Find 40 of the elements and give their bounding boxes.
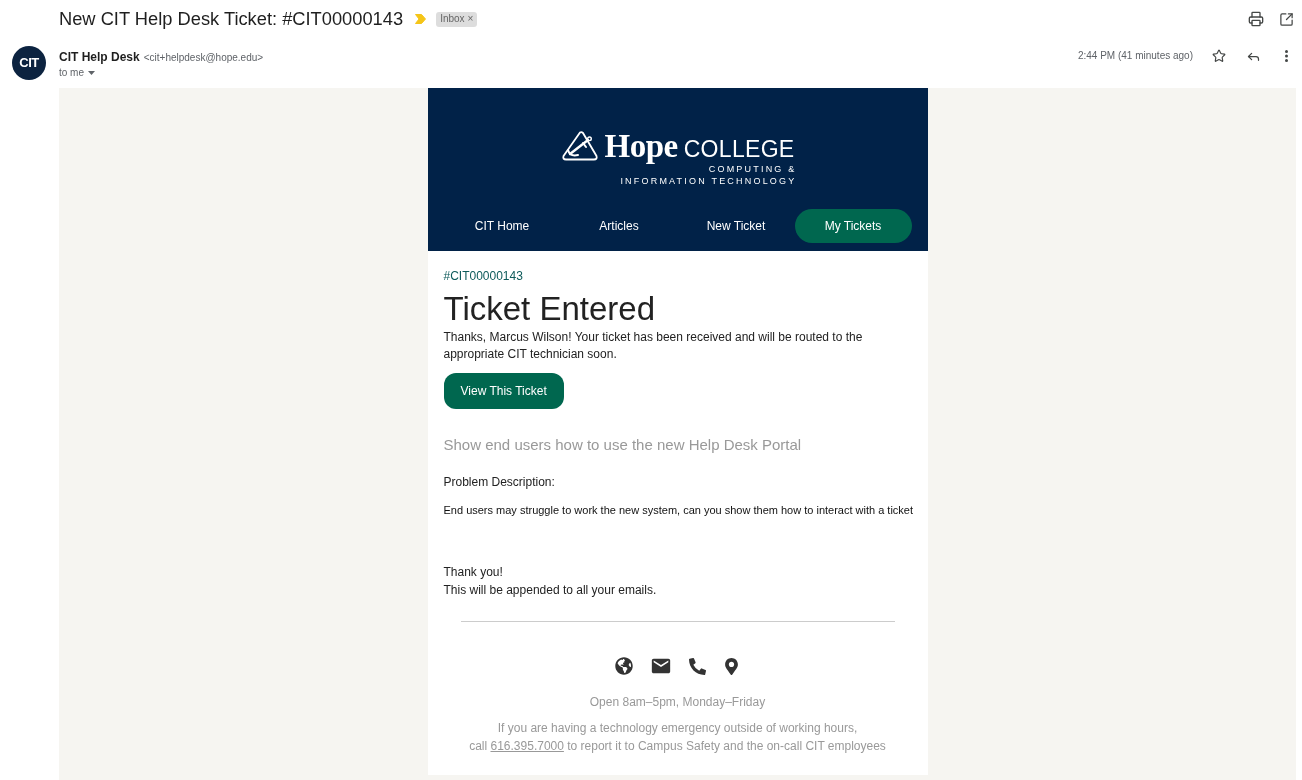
problem-description: End users may struggle to work the new system, can you show them how to interact with a ticket	[443, 503, 912, 517]
signature-line: This will be appended to all your emails.	[443, 582, 658, 599]
ticket-number: #CIT00000143	[443, 268, 524, 284]
nav-link[interactable]: CIT Home	[443, 209, 561, 243]
nav-link[interactable]: New Ticket	[677, 209, 795, 243]
more-options-icon	[1284, 50, 1288, 62]
logo-college-text: COLLEGE	[683, 136, 795, 162]
external-link-icon	[1278, 11, 1294, 27]
open-in-new-window-button[interactable]	[1277, 10, 1295, 28]
email-subject: New CIT Help Desk Ticket: #CIT00000143	[59, 7, 404, 31]
logo-department-text: INFORMATION TECHNOLOGY	[620, 175, 797, 187]
sender-avatar: CIT	[12, 46, 46, 80]
logo-wordmark: Hope	[604, 129, 678, 163]
sender-name: CIT Help Desk	[59, 49, 140, 65]
description-label: Problem Description:	[443, 474, 556, 490]
logo-department-text: COMPUTING &	[708, 163, 797, 175]
print-icon	[1248, 11, 1264, 27]
recipient-details-button[interactable]: to me	[59, 66, 264, 80]
nav-link[interactable]: Articles	[560, 209, 678, 243]
star-button[interactable]	[1210, 47, 1228, 65]
signature-line: Thank you!	[443, 564, 504, 581]
caret-icon	[88, 71, 95, 75]
importance-marker-icon[interactable]	[415, 14, 427, 24]
anchor-triangle-icon	[560, 130, 599, 162]
globe-icon[interactable]	[615, 657, 633, 675]
print-button[interactable]	[1247, 10, 1265, 28]
ticket-title: Show end users how to use the new Help Desk Portal	[443, 435, 803, 455]
label-text: Inbox	[440, 13, 465, 25]
emergency-note: If you are having a technology emergency outside of working hours, call 616.395.7000 to report it to Campus Safety and the on-call CIT employees	[468, 720, 887, 755]
view-ticket-button[interactable]: View This Ticket	[443, 373, 564, 409]
sender-address: <cit+helpdesk@hope.edu>	[143, 51, 264, 65]
nav-link[interactable]: My Tickets	[794, 209, 912, 243]
star-icon	[1212, 49, 1226, 63]
received-time: 2:44 PM (41 minutes ago)	[1077, 49, 1193, 63]
confirmation-message: Thanks, Marcus Wilson! Your ticket has been received and will be routed to the appropriate CIT technician soon.	[443, 329, 864, 363]
office-hours: Open 8am–5pm, Monday–Friday	[588, 694, 767, 710]
phone-icon[interactable]	[689, 657, 706, 675]
ticket-heading: Ticket Entered	[443, 290, 657, 328]
remove-label-button[interactable]: ×	[467, 13, 474, 25]
map-pin-icon[interactable]	[723, 657, 740, 675]
